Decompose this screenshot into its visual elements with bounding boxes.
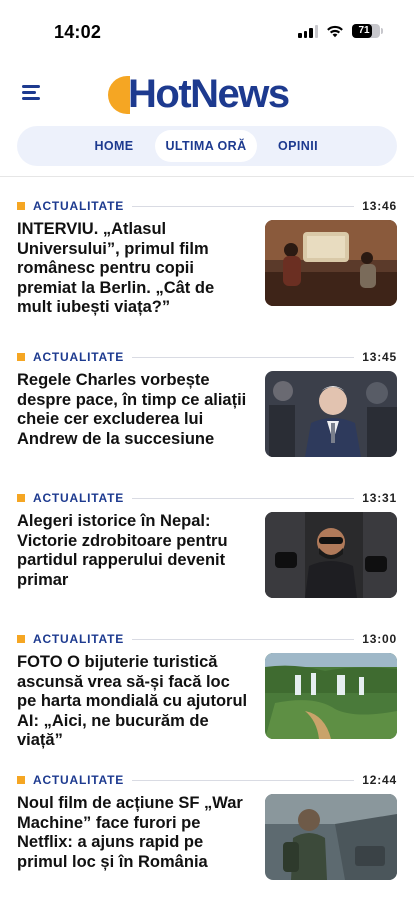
article-item[interactable]: ACTUALITATE 13:31 Alegeri istorice în Ne… <box>17 490 397 600</box>
article-time: 12:44 <box>362 773 397 787</box>
wifi-icon <box>327 25 343 38</box>
status-icons: 71 <box>298 24 383 38</box>
logo-mark <box>108 76 130 114</box>
article-category[interactable]: ACTUALITATE <box>33 199 124 213</box>
article-item[interactable]: ACTUALITATE 13:00 FOTO O bijuterie turis… <box>17 631 397 749</box>
category-marker <box>17 202 25 210</box>
article-headline[interactable]: Regele Charles vorbește despre pace, în … <box>17 371 249 449</box>
article-meta: ACTUALITATE 13:46 <box>17 198 397 214</box>
status-bar: 14:02 71 <box>0 0 414 60</box>
article-thumbnail[interactable] <box>265 653 397 739</box>
article-item[interactable]: ACTUALITATE 13:46 INTERVIU. „Atlasul Uni… <box>17 198 397 316</box>
meta-divider <box>132 779 355 781</box>
article-time: 13:45 <box>362 350 397 364</box>
app-header: HotNews <box>0 70 414 120</box>
article-headline[interactable]: Noul film de acțiune SF „War Machine” fa… <box>17 794 249 872</box>
article-headline[interactable]: INTERVIU. „Atlasul Universului”, primul … <box>17 220 249 318</box>
cellular-signal-icon <box>298 24 318 38</box>
article-time: 13:46 <box>362 199 397 213</box>
article-thumbnail[interactable] <box>265 220 397 306</box>
battery-level: 71 <box>358 25 370 36</box>
meta-divider <box>132 205 355 207</box>
article-thumbnail[interactable] <box>265 371 397 457</box>
article-category[interactable]: ACTUALITATE <box>33 350 124 364</box>
article-headline[interactable]: FOTO O bijuterie turistică ascunsă vrea … <box>17 653 249 751</box>
meta-divider <box>132 638 355 640</box>
article-meta: ACTUALITATE 13:31 <box>17 490 397 506</box>
article-headline[interactable]: Alegeri istorice în Nepal: Victorie zdro… <box>17 512 249 590</box>
article-item[interactable]: ACTUALITATE 12:44 Noul film de acțiune S… <box>17 772 397 882</box>
article-item[interactable]: ACTUALITATE 13:45 Regele Charles vorbeșt… <box>17 349 397 459</box>
battery-icon: 71 <box>352 24 383 38</box>
section-tabs: HOME ULTIMA ORĂ OPINII <box>17 126 397 166</box>
header-divider <box>0 176 414 177</box>
article-time: 13:00 <box>362 632 397 646</box>
category-marker <box>17 776 25 784</box>
category-marker <box>17 494 25 502</box>
meta-divider <box>132 356 355 358</box>
status-time: 14:02 <box>54 22 102 42</box>
meta-divider <box>132 497 355 499</box>
article-meta: ACTUALITATE 13:00 <box>17 631 397 647</box>
category-marker <box>17 635 25 643</box>
article-time: 13:31 <box>362 491 397 505</box>
article-thumbnail[interactable] <box>265 794 397 880</box>
hotnews-logo[interactable]: HotNews <box>108 72 290 116</box>
logo-text: HotNews <box>128 72 290 116</box>
article-category[interactable]: ACTUALITATE <box>33 491 124 505</box>
article-category[interactable]: ACTUALITATE <box>33 632 124 646</box>
article-thumbnail[interactable] <box>265 512 397 598</box>
article-meta: ACTUALITATE 12:44 <box>17 772 397 788</box>
article-category[interactable]: ACTUALITATE <box>33 773 124 787</box>
tab-home[interactable]: HOME <box>81 130 147 162</box>
tab-ultima-ora[interactable]: ULTIMA ORĂ <box>155 130 257 162</box>
hamburger-menu-icon[interactable] <box>22 84 42 100</box>
category-marker <box>17 353 25 361</box>
article-meta: ACTUALITATE 13:45 <box>17 349 397 365</box>
tab-opinii[interactable]: OPINII <box>269 130 327 162</box>
